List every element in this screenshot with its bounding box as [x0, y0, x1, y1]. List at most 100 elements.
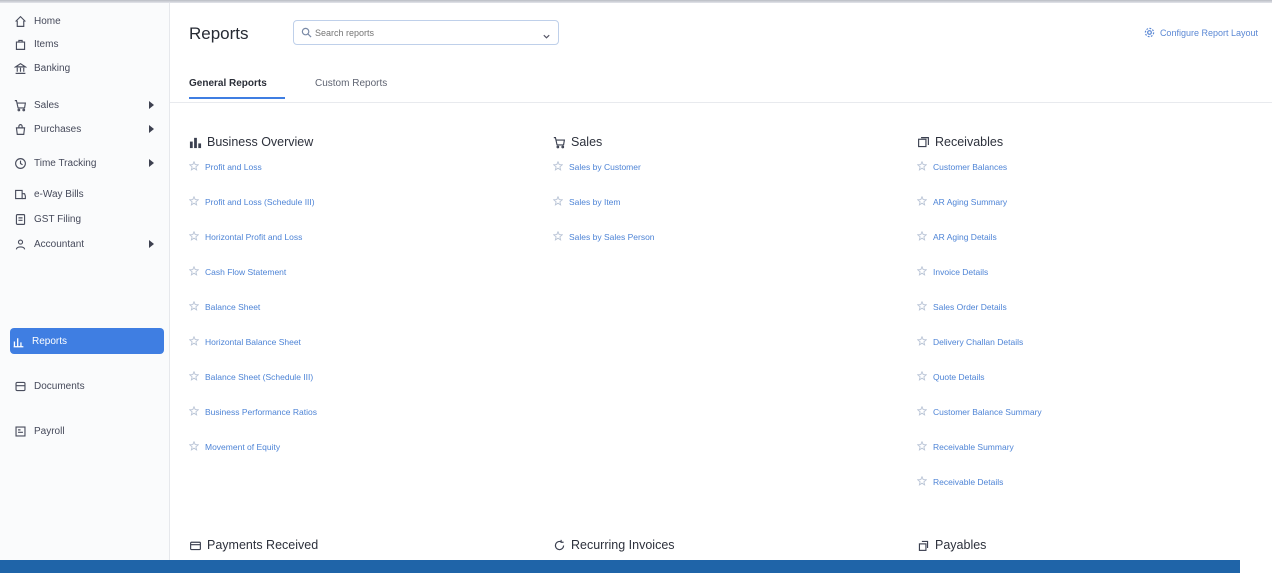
star-icon[interactable] — [917, 231, 927, 241]
section-title: Business Overview — [189, 133, 519, 151]
report-link[interactable]: Cash Flow Statement — [189, 266, 519, 302]
section-business-overview: Business Overview Profit and Loss Profit … — [189, 133, 519, 477]
star-icon[interactable] — [553, 161, 563, 171]
report-link[interactable]: Customer Balance Summary — [917, 406, 1247, 442]
star-icon[interactable] — [917, 161, 927, 171]
report-link-label: Profit and Loss (Schedule III) — [205, 197, 315, 207]
report-link[interactable]: Sales by Customer — [553, 161, 883, 197]
report-link[interactable]: Sales by Item — [553, 196, 883, 232]
report-link[interactable]: AR Aging Details — [917, 231, 1247, 267]
report-link[interactable]: Receivable Summary — [917, 441, 1247, 477]
report-link[interactable]: Customer Balances — [917, 161, 1247, 197]
expand-caret-icon — [149, 125, 154, 133]
tab-custom-reports[interactable]: Custom Reports — [315, 78, 387, 89]
sidebar-item-label: Items — [34, 38, 59, 50]
star-icon[interactable] — [189, 231, 199, 241]
sidebar-item-purchases[interactable]: Purchases — [12, 116, 162, 142]
section-title: Recurring Invoices — [553, 536, 883, 554]
report-link[interactable]: Profit and Loss — [189, 161, 519, 197]
report-link[interactable]: AR Aging Summary — [917, 196, 1247, 232]
section-title: Receivables — [917, 133, 1247, 151]
star-icon[interactable] — [189, 406, 199, 416]
star-icon[interactable] — [189, 336, 199, 346]
report-link-label: Business Performance Ratios — [205, 407, 317, 417]
report-link[interactable]: Horizontal Balance Sheet — [189, 336, 519, 372]
star-icon[interactable] — [917, 406, 927, 416]
sidebar-item-banking[interactable]: Banking — [12, 55, 162, 81]
report-link[interactable]: Balance Sheet — [189, 301, 519, 337]
report-list: Sales by Customer Sales by Item Sales by S… — [553, 161, 883, 267]
folder-icon — [12, 378, 28, 394]
report-link[interactable]: Balance Sheet (Schedule III) — [189, 371, 519, 407]
search-input[interactable] — [315, 27, 535, 38]
report-link[interactable]: Invoice Details — [917, 266, 1247, 302]
sidebar-item-reports[interactable]: Reports — [10, 328, 164, 354]
sidebar-item-label: Accountant — [34, 238, 85, 250]
star-icon[interactable] — [917, 336, 927, 346]
receivables-icon — [918, 136, 929, 147]
star-icon[interactable] — [917, 196, 927, 206]
report-link-label: AR Aging Summary — [933, 197, 1008, 207]
configure-report-layout-link[interactable]: Configure Report Layout — [1144, 27, 1258, 38]
report-link-label: Receivable Details — [933, 477, 1004, 487]
sidebar-item-documents[interactable]: Documents — [12, 373, 162, 399]
star-icon[interactable] — [189, 161, 199, 171]
star-icon[interactable] — [189, 266, 199, 276]
star-icon[interactable] — [189, 371, 199, 381]
star-icon[interactable] — [189, 441, 199, 451]
card-icon — [190, 541, 201, 550]
star-icon[interactable] — [553, 196, 563, 206]
report-link-label: Profit and Loss — [205, 162, 262, 172]
sidebar-item-items[interactable]: Items — [12, 31, 162, 57]
star-icon[interactable] — [189, 196, 199, 206]
report-link[interactable]: Sales by Sales Person — [553, 231, 883, 267]
page-title: Reports — [189, 24, 249, 43]
star-icon[interactable] — [917, 266, 927, 276]
report-link[interactable]: Receivable Details — [917, 476, 1247, 512]
gear-icon — [1144, 27, 1155, 38]
section-title-text: Business Overview — [207, 135, 314, 149]
section-title-text: Sales — [571, 135, 603, 149]
sidebar-item-sales[interactable]: Sales — [12, 92, 162, 118]
tab-general-reports[interactable]: General Reports — [189, 78, 267, 89]
sidebar-item-label: e-Way Bills — [34, 188, 84, 200]
sidebar-item-label: GST Filing — [34, 213, 82, 225]
report-link-label: Balance Sheet (Schedule III) — [205, 372, 314, 382]
cart-icon — [12, 97, 28, 113]
star-icon[interactable] — [917, 301, 927, 311]
search-box[interactable] — [293, 20, 559, 45]
sidebar-item-label: Home — [34, 15, 61, 27]
star-icon[interactable] — [189, 301, 199, 311]
cart-icon — [553, 136, 566, 148]
report-link-label: Balance Sheet — [205, 302, 261, 312]
report-link-label: Sales by Item — [569, 197, 621, 207]
report-link[interactable]: Business Performance Ratios — [189, 406, 519, 442]
report-link[interactable]: Movement of Equity — [189, 441, 519, 477]
report-link-label: Horizontal Profit and Loss — [205, 232, 303, 242]
report-link-label: AR Aging Details — [933, 232, 997, 242]
sidebar-item-payroll[interactable]: Payroll — [12, 418, 162, 444]
bar-chart-icon — [189, 137, 202, 148]
sidebar-item-label: Payroll — [34, 425, 65, 437]
report-link[interactable]: Profit and Loss (Schedule III) — [189, 196, 519, 232]
star-icon[interactable] — [917, 476, 927, 486]
section-title-text: Payables — [935, 538, 987, 552]
sidebar-item-label: Time Tracking — [34, 157, 97, 169]
report-link[interactable]: Quote Details — [917, 371, 1247, 407]
report-link[interactable]: Sales Order Details — [917, 301, 1247, 337]
sidebar-item-eway-bills[interactable]: e-Way Bills — [12, 181, 162, 207]
sidebar-item-time-tracking[interactable]: Time Tracking — [12, 150, 162, 176]
expand-caret-icon — [149, 159, 154, 167]
sidebar-item-accountant[interactable]: Accountant — [12, 231, 162, 257]
report-link[interactable]: Horizontal Profit and Loss — [189, 231, 519, 267]
report-link[interactable]: Delivery Challan Details — [917, 336, 1247, 372]
star-icon[interactable] — [917, 441, 927, 451]
chevron-down-icon[interactable] — [542, 28, 551, 39]
home-icon — [12, 13, 28, 29]
section-title: Payables — [917, 536, 1247, 554]
sidebar-item-gst-filing[interactable]: GST Filing — [12, 206, 162, 232]
report-link-label: Delivery Challan Details — [933, 337, 1024, 347]
star-icon[interactable] — [553, 231, 563, 241]
star-icon[interactable] — [917, 371, 927, 381]
section-payables: Payables — [917, 536, 1247, 554]
